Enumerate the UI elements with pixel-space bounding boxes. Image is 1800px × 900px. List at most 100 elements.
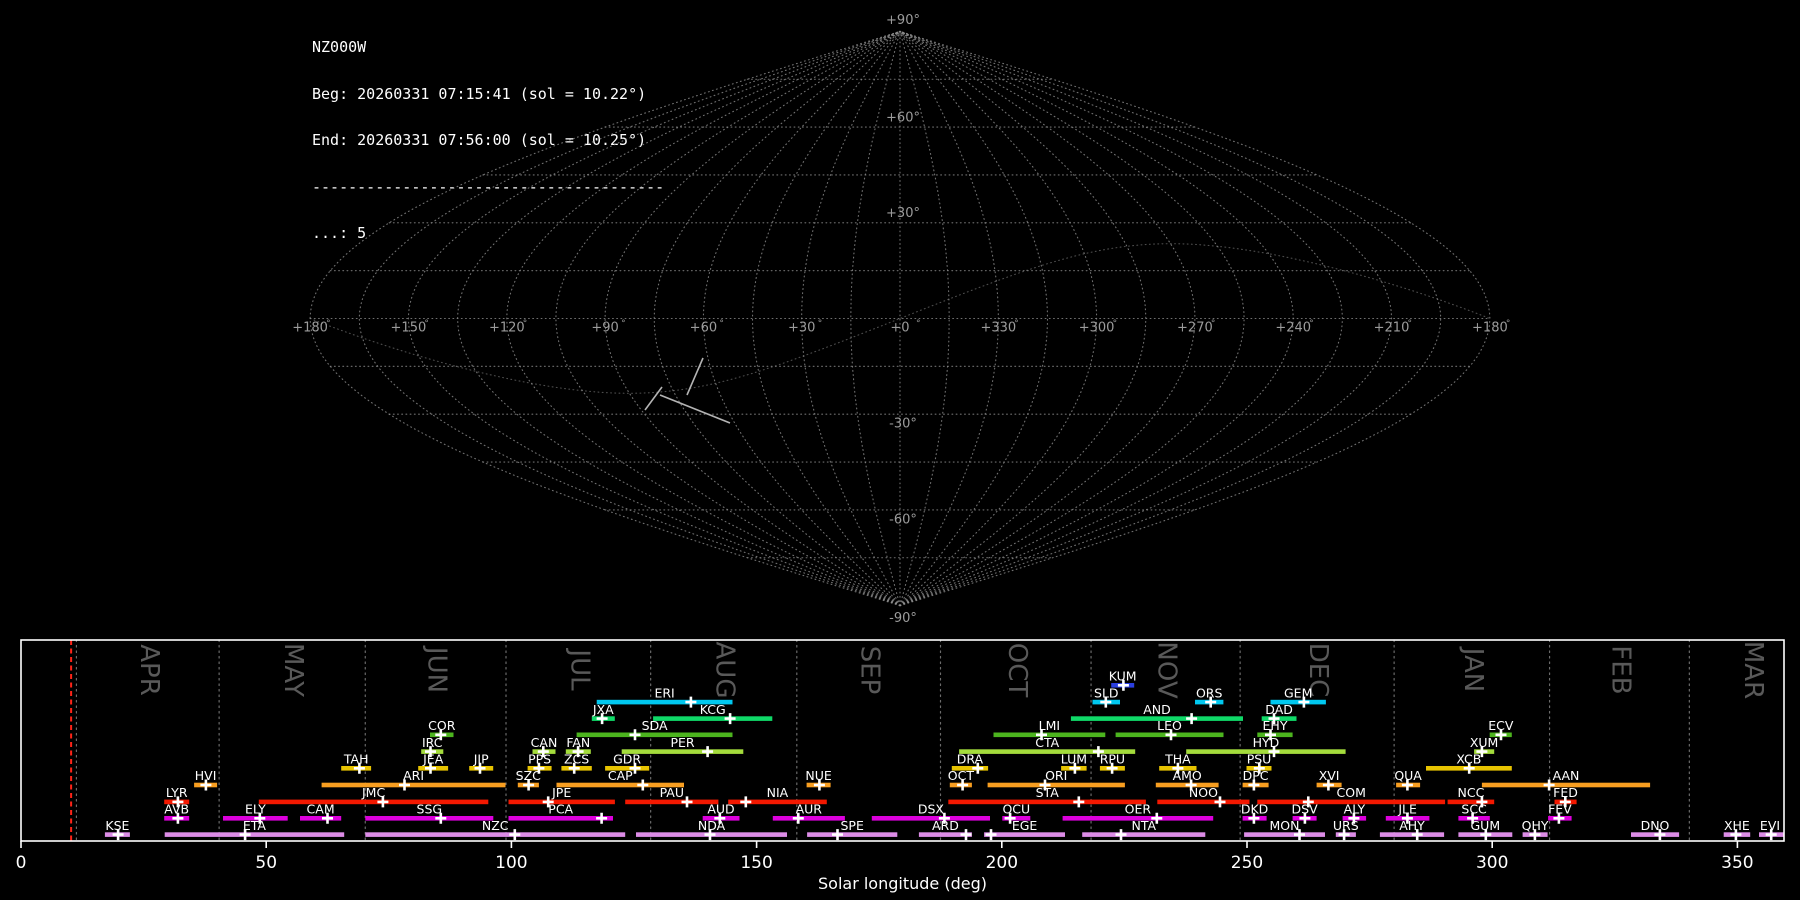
tick-label: 0 [16, 853, 27, 873]
shower-label-GEM: GEM [1284, 685, 1312, 700]
shower-label-MON: MON [1270, 818, 1300, 833]
shower-label-DRA: DRA [957, 752, 984, 767]
shower-label-TAH: TAH [343, 752, 369, 767]
shower-label-STA: STA [1036, 785, 1060, 800]
month-label: JUN [422, 645, 452, 693]
shower-label-OCT: OCT [948, 768, 975, 783]
shower-label-LEO: LEO [1157, 718, 1182, 733]
activity-timeline-chart: APRMAYJUNJULAUGSEPOCTNOVDECJANFEBMARERIS… [0, 0, 1800, 900]
shower-label-AUR: AUR [796, 802, 823, 817]
month-label: FEB [1606, 645, 1636, 694]
tick-label: 50 [255, 853, 277, 873]
shower-label-XUM: XUM [1470, 735, 1499, 750]
shower-bar-NZC [365, 832, 625, 837]
peak-marker-PCA [596, 813, 607, 824]
shower-bar-DSX [872, 816, 990, 821]
peak-marker-ARD [961, 829, 972, 840]
tick-label: 150 [740, 853, 772, 873]
shower-label-GDR: GDR [613, 752, 641, 767]
axis-title: Solar longitude (deg) [818, 874, 987, 893]
shower-label-NZC: NZC [482, 818, 509, 833]
peak-marker-NIA [740, 796, 751, 807]
shower-label-AMO: AMO [1173, 768, 1202, 783]
shower-label-ZCS: ZCS [564, 752, 589, 767]
shower-bar-JMC [259, 800, 489, 805]
month-label: JAN [1458, 646, 1488, 692]
tick-label: 200 [986, 853, 1018, 873]
shower-label-JPE: JPE [551, 785, 571, 800]
shower-label-SPE: SPE [841, 818, 864, 833]
shower-label-ERI: ERI [654, 685, 674, 700]
shower-label-ARD: ARD [932, 818, 959, 833]
shower-label-SDA: SDA [642, 718, 668, 733]
month-label: APR [134, 644, 164, 696]
peak-marker-CAP [637, 780, 648, 791]
shower-label-PCA: PCA [548, 802, 573, 817]
peak-marker-SDA [630, 729, 641, 740]
peak-marker-EGE [986, 829, 997, 840]
peak-marker-NTA [1116, 829, 1127, 840]
shower-label-EGE: EGE [1012, 818, 1038, 833]
tick-label: 250 [1231, 853, 1263, 873]
shower-label-NTA: NTA [1132, 818, 1157, 833]
peak-marker-KCG [725, 713, 736, 724]
month-label: AUG [710, 642, 740, 699]
shower-label-CTA: CTA [1035, 735, 1059, 750]
month-label: MAR [1738, 641, 1768, 699]
shower-bar-AUR [773, 816, 845, 821]
peak-marker-ERI [685, 697, 696, 708]
shower-bar-SDA [577, 733, 733, 738]
shower-label-ELY: ELY [245, 802, 266, 817]
shower-label-PAU: PAU [660, 785, 684, 800]
shower-bar-NOO [1157, 800, 1249, 805]
peak-marker-AND [1186, 713, 1197, 724]
shower-label-ORI: ORI [1045, 768, 1067, 783]
shower-bar-SSG [365, 816, 493, 821]
shower-label-AAN: AAN [1553, 768, 1580, 783]
month-label: OCT [1002, 643, 1032, 698]
shower-label-PER: PER [670, 735, 694, 750]
peak-marker-STA [1073, 796, 1084, 807]
shower-label-OER: OER [1125, 802, 1152, 817]
shower-label-COM: COM [1337, 785, 1366, 800]
shower-label-SCC: SCC [1461, 802, 1487, 817]
shower-label-KCG: KCG [700, 702, 726, 717]
shower-bar-MON [1244, 832, 1325, 837]
shower-bar-SPE [807, 832, 897, 837]
tick-label: 100 [495, 853, 527, 873]
shower-label-CAM: CAM [307, 802, 335, 817]
shower-label-NDA: NDA [698, 818, 726, 833]
shower-label-JEA: JEA [422, 752, 444, 767]
shower-label-CAP: CAP [608, 768, 633, 783]
shower-label-ARI: ARI [403, 768, 424, 783]
shower-bar-NTA [1082, 832, 1205, 837]
shower-label-SSG: SSG [417, 802, 443, 817]
shower-bar-ARI [322, 783, 506, 788]
tick-label: 350 [1721, 853, 1753, 873]
shower-label-NIA: NIA [767, 785, 789, 800]
shower-label-DAD: DAD [1265, 702, 1293, 717]
shower-bar-STA [948, 800, 1146, 805]
shower-label-NCC: NCC [1457, 785, 1484, 800]
shower-bar-KCG [653, 716, 772, 721]
month-label: MAY [278, 643, 308, 697]
shower-label-DNO: DNO [1641, 818, 1670, 833]
shower-label-AHY: AHY [1399, 818, 1425, 833]
month-label: SEP [855, 646, 885, 695]
shower-bar-PAU [625, 800, 718, 805]
shower-bar-CAM [300, 816, 341, 821]
app-window: NZ000W Beg: 20260331 07:15:41 (sol = 10.… [0, 0, 1800, 900]
shower-label-OCU: OCU [1002, 802, 1030, 817]
shower-label-DSX: DSX [918, 802, 945, 817]
peak-marker-NZC [509, 829, 520, 840]
shower-label-ORS: ORS [1196, 685, 1223, 700]
shower-label-AND: AND [1143, 702, 1171, 717]
shower-label-URS: URS [1333, 818, 1359, 833]
shower-label-DPC: DPC [1243, 768, 1269, 783]
month-label: NOV [1152, 641, 1182, 698]
month-label: JUL [564, 647, 594, 691]
shower-label-EHY: EHY [1263, 718, 1288, 733]
shower-label-NOO: NOO [1189, 785, 1218, 800]
shower-label-IRC: IRC [422, 735, 443, 750]
peak-marker-PER [702, 746, 713, 757]
